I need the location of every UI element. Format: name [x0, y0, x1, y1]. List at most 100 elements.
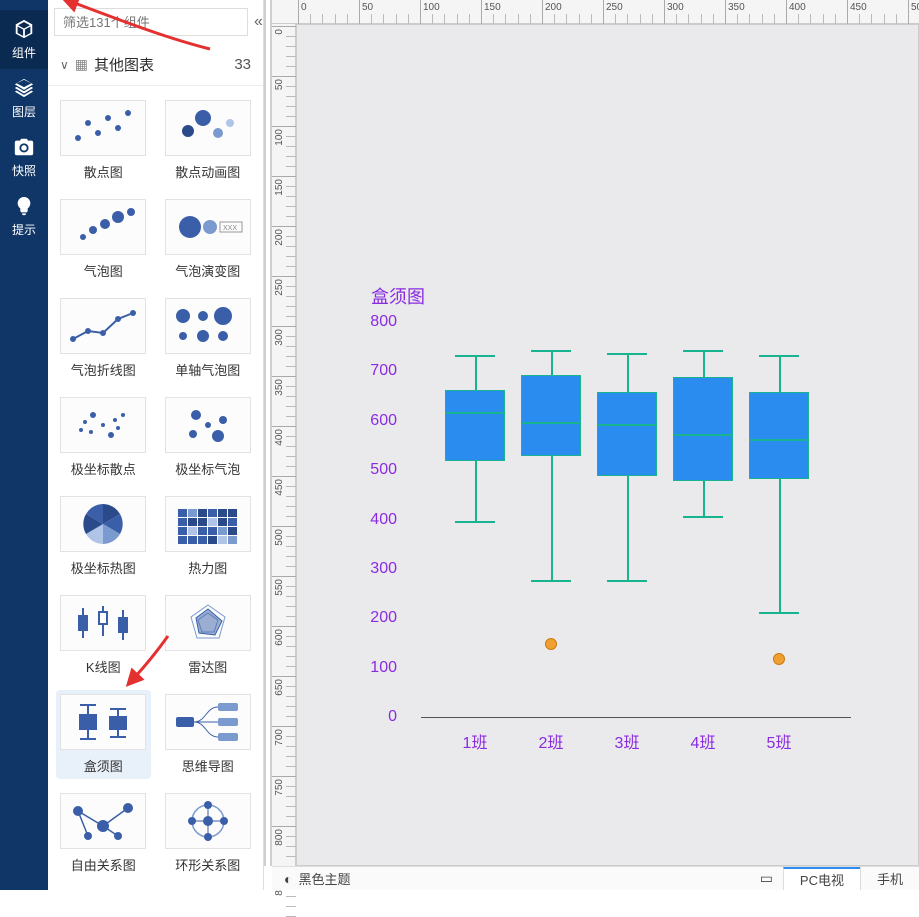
component-thumb [165, 793, 251, 849]
rail-label: 提示 [12, 221, 36, 238]
component-label: 散点图 [84, 162, 123, 181]
x-tick-label: 3班 [597, 729, 657, 753]
component-thumb [60, 298, 146, 354]
ruler-vertical: 0501001502002503003504004505005506006507… [272, 24, 296, 866]
component-item[interactable]: K线图 [56, 591, 151, 680]
status-bar: ◐ 黑色主题 ▭ PC电视 手机 [272, 866, 919, 890]
component-item[interactable]: 极坐标气泡 [161, 393, 256, 482]
component-thumb [165, 694, 251, 750]
tab-mobile[interactable]: 手机 [860, 867, 919, 890]
rail-label: 组件 [12, 44, 36, 61]
component-item[interactable]: 单轴气泡图 [161, 294, 256, 383]
cube-icon [13, 18, 35, 40]
rail-components[interactable]: 组件 [0, 10, 48, 69]
rail-label: 图层 [12, 103, 36, 120]
search-input[interactable] [54, 8, 248, 36]
component-label: 气泡演变图 [175, 261, 240, 280]
component-item[interactable]: 思维导图 [161, 690, 256, 779]
component-label: 极坐标气泡 [175, 459, 240, 478]
panel-header: « [48, 0, 263, 44]
nav-rail: 组件 图层 快照 提示 [0, 0, 48, 890]
tab-pc[interactable]: PC电视 [783, 867, 860, 890]
component-thumb [165, 397, 251, 453]
svg-text:XXX: XXX [223, 225, 237, 232]
y-tick-label: 300 [347, 560, 397, 578]
section-title: 其他图表 [94, 54, 154, 75]
section-header[interactable]: ∨ ▦ 其他图表 33 [48, 44, 263, 86]
component-label: 热力图 [188, 558, 227, 577]
component-item[interactable]: 散点动画图 [161, 96, 256, 185]
component-item[interactable]: XXX 气泡演变图 [161, 195, 256, 284]
box [521, 323, 581, 718]
y-tick-label: 800 [347, 313, 397, 331]
component-item[interactable]: 热力图 [161, 492, 256, 581]
component-thumb: XXX [165, 199, 251, 255]
y-tick-label: 600 [347, 412, 397, 430]
component-thumb [60, 100, 146, 156]
component-grid: 散点图 散点动画图气泡图 XXX 气泡演变图气泡折线图 单轴气泡图极坐标散点 极坐标气泡极… [48, 86, 263, 890]
rail-label: 快照 [12, 162, 36, 179]
component-label: 极坐标散点 [71, 459, 136, 478]
component-thumb [60, 199, 146, 255]
theme-toggle[interactable]: ◐ 黑色主题 [272, 869, 362, 888]
component-thumb [60, 496, 146, 552]
component-item[interactable]: 气泡图 [56, 195, 151, 284]
ruler-horizontal: 050100150200250300350400450500 [272, 0, 919, 24]
component-label: 散点动画图 [175, 162, 240, 181]
sun-icon: ◐ [284, 871, 292, 887]
component-label: 气泡图 [84, 261, 123, 280]
component-label: 环形关系图 [175, 855, 240, 874]
y-tick-label: 0 [347, 708, 397, 726]
divider[interactable] [264, 0, 266, 866]
component-thumb [60, 397, 146, 453]
box [445, 323, 505, 718]
component-item[interactable]: 盒须图 [56, 690, 151, 779]
component-label: K线图 [86, 657, 121, 676]
component-label: 极坐标热图 [71, 558, 136, 577]
canvas-page: 盒须图 0100200300400500600700800 1班2班3班4班5班 [311, 33, 911, 866]
boxplot-chart[interactable]: 盒须图 0100200300400500600700800 1班2班3班4班5班 [351, 283, 871, 763]
component-thumb [60, 793, 146, 849]
grid-icon: ▦ [75, 56, 88, 73]
rail-tips[interactable]: 提示 [0, 187, 48, 246]
x-tick-label: 5班 [749, 729, 809, 753]
component-label: 盒须图 [84, 756, 123, 775]
component-panel: « ∨ ▦ 其他图表 33 散点图 散点动画图气泡图 XXX 气泡演变图气泡折线图 单轴… [48, 0, 264, 890]
box [673, 323, 733, 718]
component-thumb [165, 298, 251, 354]
component-thumb [60, 595, 146, 651]
camera-icon [13, 136, 35, 158]
box [597, 323, 657, 718]
collapse-icon[interactable]: « [254, 13, 263, 31]
chart-title: 盒须图 [371, 283, 425, 309]
rail-layers[interactable]: 图层 [0, 69, 48, 128]
component-item[interactable]: 极坐标热图 [56, 492, 151, 581]
component-item[interactable]: 自由关系图 [56, 789, 151, 878]
component-label: 气泡折线图 [71, 360, 136, 379]
theme-label: 黑色主题 [298, 869, 350, 888]
component-item[interactable]: 气泡折线图 [56, 294, 151, 383]
component-label: 单轴气泡图 [175, 360, 240, 379]
component-thumb [165, 496, 251, 552]
canvas[interactable]: 盒须图 0100200300400500600700800 1班2班3班4班5班 [296, 24, 919, 866]
bulb-icon [13, 195, 35, 217]
rail-snapshot[interactable]: 快照 [0, 128, 48, 187]
component-thumb [60, 694, 146, 750]
x-tick-label: 1班 [445, 729, 505, 753]
component-label: 思维导图 [182, 756, 234, 775]
box [749, 323, 809, 718]
component-thumb [165, 595, 251, 651]
plot-area [421, 323, 851, 718]
y-tick-label: 100 [347, 659, 397, 677]
section-count: 33 [234, 56, 251, 73]
component-label: 雷达图 [188, 657, 227, 676]
component-thumb [165, 100, 251, 156]
component-item[interactable]: 极坐标散点 [56, 393, 151, 482]
y-tick-label: 500 [347, 461, 397, 479]
component-item[interactable]: 环形关系图 [161, 789, 256, 878]
responsive-icon[interactable]: ▭ [750, 870, 783, 887]
component-item[interactable]: 雷达图 [161, 591, 256, 680]
x-tick-label: 4班 [673, 729, 733, 753]
component-item[interactable]: 散点图 [56, 96, 151, 185]
layers-icon [13, 77, 35, 99]
